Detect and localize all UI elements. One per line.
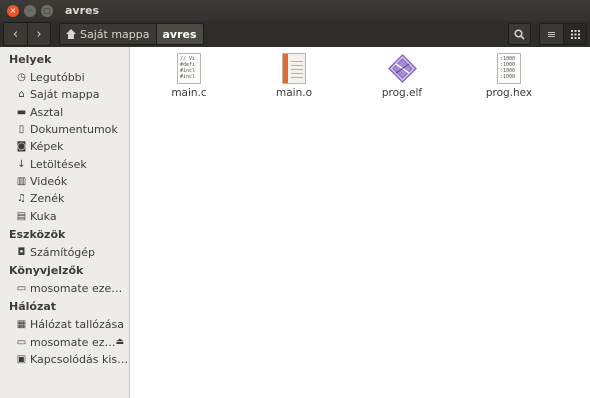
sidebar-item-label: mosomate ezen: m… [30,282,129,296]
maximize-window-button[interactable]: ▢ [41,4,53,17]
home-icon: ⌂ [18,89,25,101]
grid-view-button[interactable] [563,24,586,44]
chevron-right-icon: › [36,26,42,42]
sidebar-section-bookmarks: Könyvjelzők [9,263,84,277]
file-item[interactable]: // Vi #defi #incl #incl main.c [154,53,224,99]
sidebar-item-recent[interactable]: ◷ Legutóbbi [0,69,129,86]
folder-icon: ▭ [16,336,27,348]
file-view: // Vi #defi #incl #incl main.c main.o pr… [131,47,590,398]
search-icon [514,28,525,40]
toolbar-right: ≡ [508,23,587,45]
desktop-icon: ▬ [16,106,27,118]
sidebar-item-label: Kuka [30,209,57,223]
sidebar-item-network-mosomate[interactable]: ▭ mosomate ez… ⏏ [0,334,129,351]
trash-icon: ▤ [16,210,27,222]
title-bar: × – ▢ avres [0,0,590,21]
close-window-button[interactable]: × [7,4,19,17]
file-item[interactable]: prog.elf [367,53,437,99]
server-icon: ▣ [16,354,27,365]
sidebar-item-home[interactable]: ⌂ Saját mappa [0,86,129,103]
film-icon: ▥ [16,175,27,187]
sidebar-item-label: mosomate ez… [30,335,116,349]
sidebar-item-connect-server[interactable]: ▣Kapcsolódás kiszo… [0,351,129,368]
breadcrumb-current-label: avres [162,27,197,41]
sidebar-item-label: Számítógép [30,245,96,259]
clock-icon: ◷ [17,72,26,84]
file-preview: // Vi #defi #incl #incl [180,56,196,80]
sidebar-item-documents[interactable]: ▯ Dokumentumok [0,121,129,138]
sidebar-section-devices: Eszközök [9,227,66,241]
music-icon: ♫ [17,193,26,205]
sidebar-item-trash[interactable]: ▤ Kuka [0,207,129,224]
c-source-file-icon: // Vi #defi #incl #incl [177,53,201,84]
sidebar-item-label: Asztal [30,105,64,119]
sidebar-item-computer[interactable]: ◘ Számítógép [0,244,129,261]
close-icon: × [9,5,17,15]
breadcrumb-current[interactable]: avres [155,24,203,44]
drive-icon: ◘ [17,246,26,258]
breadcrumb: Saját mappa avres [59,23,204,45]
back-button[interactable]: ‹ [4,23,27,45]
sidebar: Helyek ◷ Legutóbbi ⌂ Saját mappa ▬ Asztal ▯… [0,47,130,398]
sidebar-item-videos[interactable]: ▥ Videók [0,173,129,190]
sidebar-item-label: Letöltések [30,157,87,171]
list-icon: ≡ [546,27,557,41]
sidebar-item-bookmark-mosomate[interactable]: ▭mosomate ezen: m… [0,280,129,297]
sidebar-item-downloads[interactable]: ↓ Letöltések [0,155,129,172]
sidebar-item-label: Dokumentumok [30,123,118,137]
file-name: prog.elf [381,87,423,99]
download-icon: ↓ [17,158,26,170]
file-item[interactable]: :1000 :1000 :1000 :1000 prog.hex [474,53,544,99]
toolbar: ‹ › Saját mappa avres ≡ [0,21,590,47]
home-icon [66,29,76,39]
chevron-left-icon: ‹ [12,26,19,42]
folder-icon: ▭ [16,283,27,295]
sidebar-item-label: Kapcsolódás kiszo… [30,353,129,366]
eject-icon[interactable]: ⏏ [115,337,124,347]
breadcrumb-home[interactable]: Saját mappa [60,24,156,44]
sidebar-item-music[interactable]: ♫ Zenék [0,190,129,207]
sidebar-item-label: Videók [30,174,68,188]
sidebar-section-network: Hálózat [9,300,57,314]
hex-file-icon: :1000 :1000 :1000 :1000 [497,53,521,84]
sidebar-item-label: Legutóbbi [30,71,85,85]
executable-file-icon [387,54,417,83]
minimize-window-button[interactable]: – [24,4,36,17]
file-name: main.o [276,87,312,99]
search-button[interactable] [508,23,531,45]
sidebar-item-label: Hálózat tallózása [30,318,125,332]
file-item[interactable]: main.o [259,53,329,99]
file-name: main.c [171,87,207,99]
sidebar-item-browse-network[interactable]: ▦ Hálózat tallózása [0,316,129,333]
minimize-icon: – [28,5,32,15]
sidebar-item-desktop[interactable]: ▬ Asztal [0,104,129,121]
view-mode-switch: ≡ [539,23,587,45]
object-file-icon [282,53,306,84]
file-preview: :1000 :1000 :1000 :1000 [500,56,516,80]
maximize-icon: ▢ [43,5,51,15]
window-title: avres [65,4,100,17]
breadcrumb-home-label: Saját mappa [80,27,150,41]
sidebar-item-label: Saját mappa [30,88,100,102]
document-icon: ▯ [18,124,25,136]
sidebar-section-places: Helyek [9,53,52,66]
network-icon: ▦ [16,319,27,331]
navigation-buttons: ‹ › [3,22,51,46]
sidebar-item-label: Zenék [30,192,65,206]
sidebar-item-pictures[interactable]: ◙ Képek [0,138,129,155]
forward-button[interactable]: › [27,23,50,45]
file-name: prog.hex [485,87,533,99]
camera-icon: ◙ [16,141,27,153]
grid-icon [570,29,580,39]
sidebar-item-label: Képek [30,140,64,154]
list-view-button[interactable]: ≡ [540,24,563,44]
